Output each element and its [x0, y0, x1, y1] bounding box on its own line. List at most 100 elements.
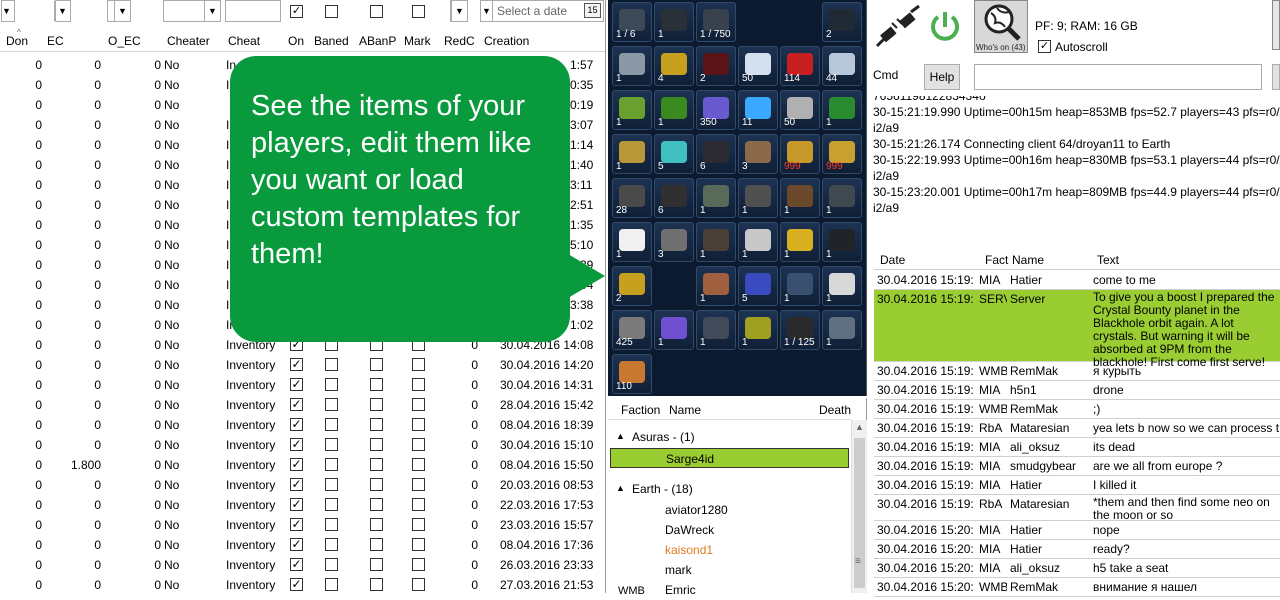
row-checkbox[interactable]	[370, 418, 383, 431]
inventory-slot[interactable]: 11	[738, 90, 778, 130]
inventory-slot[interactable]: 1	[612, 222, 652, 262]
row-checkbox[interactable]	[325, 398, 338, 411]
on-checkbox[interactable]: ✓	[290, 438, 303, 451]
table-row[interactable]: 0 0 0 No Inventory ✓ 0 28.04.2016 15:42	[0, 395, 605, 415]
col-death[interactable]: Death	[819, 403, 851, 417]
col-header-on[interactable]: On	[288, 34, 304, 48]
chat-row[interactable]: 30.04.2016 15:19: MIA Hatier I killed it	[874, 476, 1280, 495]
col-header-cheater[interactable]: Cheater	[167, 34, 210, 48]
row-checkbox[interactable]	[325, 498, 338, 511]
disconnect-plug-button[interactable]	[873, 4, 923, 50]
filter-checkbox[interactable]: ✓	[290, 5, 303, 18]
inventory-slot[interactable]: 50	[780, 90, 820, 130]
col-header-baned[interactable]: Baned	[314, 34, 349, 48]
row-checkbox[interactable]	[370, 578, 383, 591]
inventory-slot[interactable]: 1	[822, 90, 862, 130]
chat-col-name[interactable]: Name	[1012, 253, 1044, 267]
on-checkbox[interactable]: ✓	[290, 538, 303, 551]
inventory-slot[interactable]: 1 / 125	[780, 310, 820, 350]
row-checkbox[interactable]	[325, 558, 338, 571]
row-checkbox[interactable]	[325, 358, 338, 371]
col-name[interactable]: Name	[669, 403, 701, 417]
inventory-slot[interactable]: 110	[612, 354, 652, 394]
on-checkbox[interactable]: ✓	[290, 578, 303, 591]
command-input[interactable]	[974, 64, 1262, 90]
row-checkbox[interactable]	[412, 458, 425, 471]
chat-col-fact[interactable]: Fact	[985, 253, 1008, 267]
row-checkbox[interactable]	[412, 398, 425, 411]
dropdown-arrow-icon[interactable]: ▼	[0, 1, 14, 21]
inventory-slot[interactable]: 1	[738, 222, 778, 262]
col-header-creation[interactable]: Creation	[484, 34, 529, 48]
expand-arrow-icon[interactable]: ▲	[616, 483, 625, 493]
send-button[interactable]	[1272, 64, 1280, 90]
inventory-slot[interactable]: 1 / 6	[612, 2, 652, 42]
filter-cell[interactable]	[225, 0, 281, 22]
inventory-slot[interactable]: 2	[612, 266, 652, 306]
dropdown-arrow-icon[interactable]: ▼	[451, 1, 467, 21]
chat-row[interactable]: 30.04.2016 15:19: SERVServer To give you a…	[874, 290, 1280, 369]
dropdown-arrow-icon[interactable]: ▼	[114, 1, 130, 21]
row-checkbox[interactable]	[412, 478, 425, 491]
chat-row[interactable]: 30.04.2016 15:19: WMB RemMak;)	[874, 400, 1280, 419]
table-row[interactable]: 0 0 0 No Inventory ✓ 0 23.03.2016 15:57	[0, 515, 605, 535]
inventory-slot[interactable]: 1	[822, 266, 862, 306]
col-header-ec[interactable]: EC	[47, 34, 64, 48]
row-checkbox[interactable]	[325, 538, 338, 551]
inventory-slot[interactable]: 1	[696, 310, 736, 350]
player-row[interactable]: DaWreck	[610, 520, 849, 540]
table-row[interactable]: 0 0 0 No Inventory ✓ 0 30.04.2016 14:20	[0, 355, 605, 375]
row-checkbox[interactable]	[370, 438, 383, 451]
inventory-slot[interactable]: 1	[822, 178, 862, 218]
player-list-scrollbar[interactable]: ▲ ≡	[851, 420, 867, 593]
table-row[interactable]: 0 0 0 No Inventory ✓ 0 22.03.2016 17:53	[0, 495, 605, 515]
table-row[interactable]: 0 0 0 No Inventory ✓ 0 30.04.2016 14:31	[0, 375, 605, 395]
filter-cell[interactable]: ▼	[107, 0, 131, 22]
table-row[interactable]: 0 0 0 No Inventory ✓ 0 27.03.2016 21:53	[0, 575, 605, 593]
expand-arrow-icon[interactable]: ▲	[616, 431, 625, 441]
col-header-cheat[interactable]: Cheat	[228, 34, 260, 48]
col-header-redc[interactable]: RedC	[444, 34, 475, 48]
inventory-slot[interactable]: 50	[738, 46, 778, 86]
faction-group-header[interactable]: ▲ Asuras - (1)	[608, 428, 851, 446]
table-row[interactable]: 0 0 0 No Inventory ✓ 0 30.04.2016 15:10	[0, 435, 605, 455]
row-checkbox[interactable]	[412, 558, 425, 571]
chat-row[interactable]: 30.04.2016 15:19: RbA Mataresian yea lets b…	[874, 419, 1280, 438]
filter-cell[interactable]: ▼	[54, 0, 71, 22]
power-button[interactable]	[926, 8, 964, 46]
on-checkbox[interactable]: ✓	[290, 418, 303, 431]
inventory-slot[interactable]: 114	[780, 46, 820, 86]
faction-group-header[interactable]: ▲ Earth - (18)	[608, 480, 851, 498]
col-faction[interactable]: Faction	[621, 403, 660, 417]
row-checkbox[interactable]	[325, 478, 338, 491]
top-right-button[interactable]	[1272, 0, 1280, 50]
inventory-slot[interactable]: 6	[654, 178, 694, 218]
row-checkbox[interactable]	[325, 578, 338, 591]
chat-row[interactable]: 30.04.2016 15:19: MIA Hatier come to me	[874, 271, 1280, 290]
inventory-slot[interactable]: 1	[696, 266, 736, 306]
row-checkbox[interactable]	[412, 418, 425, 431]
inventory-slot[interactable]: 425	[612, 310, 652, 350]
inventory-slot[interactable]: 6	[696, 134, 736, 174]
dropdown-arrow-icon[interactable]: ▼	[54, 1, 70, 21]
row-checkbox[interactable]	[370, 538, 383, 551]
row-checkbox[interactable]	[370, 478, 383, 491]
inventory-slot[interactable]: 5	[738, 266, 778, 306]
row-checkbox[interactable]	[370, 498, 383, 511]
player-row[interactable]: aviator1280	[610, 500, 849, 520]
inventory-slot[interactable]: 999	[822, 134, 862, 174]
row-checkbox[interactable]	[412, 578, 425, 591]
inventory-slot[interactable]: 5	[654, 134, 694, 174]
chat-row[interactable]: 30.04.2016 15:19: MIA ali_oksuz its dead	[874, 438, 1280, 457]
row-checkbox[interactable]	[412, 358, 425, 371]
inventory-slot[interactable]: 3	[738, 134, 778, 174]
filter-checkbox[interactable]	[325, 5, 338, 18]
table-row[interactable]: 0 0 0 No Inventory ✓ 0 08.04.2016 18:39	[0, 415, 605, 435]
col-header-abanp[interactable]: ABanP	[359, 34, 396, 48]
table-row[interactable]: 0 0 0 No Inventory ✓ 0 20.03.2016 08:53	[0, 475, 605, 495]
filter-checkbox[interactable]	[370, 5, 383, 18]
dropdown-arrow-icon[interactable]: ▼	[481, 1, 493, 21]
inventory-slot[interactable]: 3	[654, 222, 694, 262]
on-checkbox[interactable]: ✓	[290, 398, 303, 411]
row-checkbox[interactable]	[325, 458, 338, 471]
